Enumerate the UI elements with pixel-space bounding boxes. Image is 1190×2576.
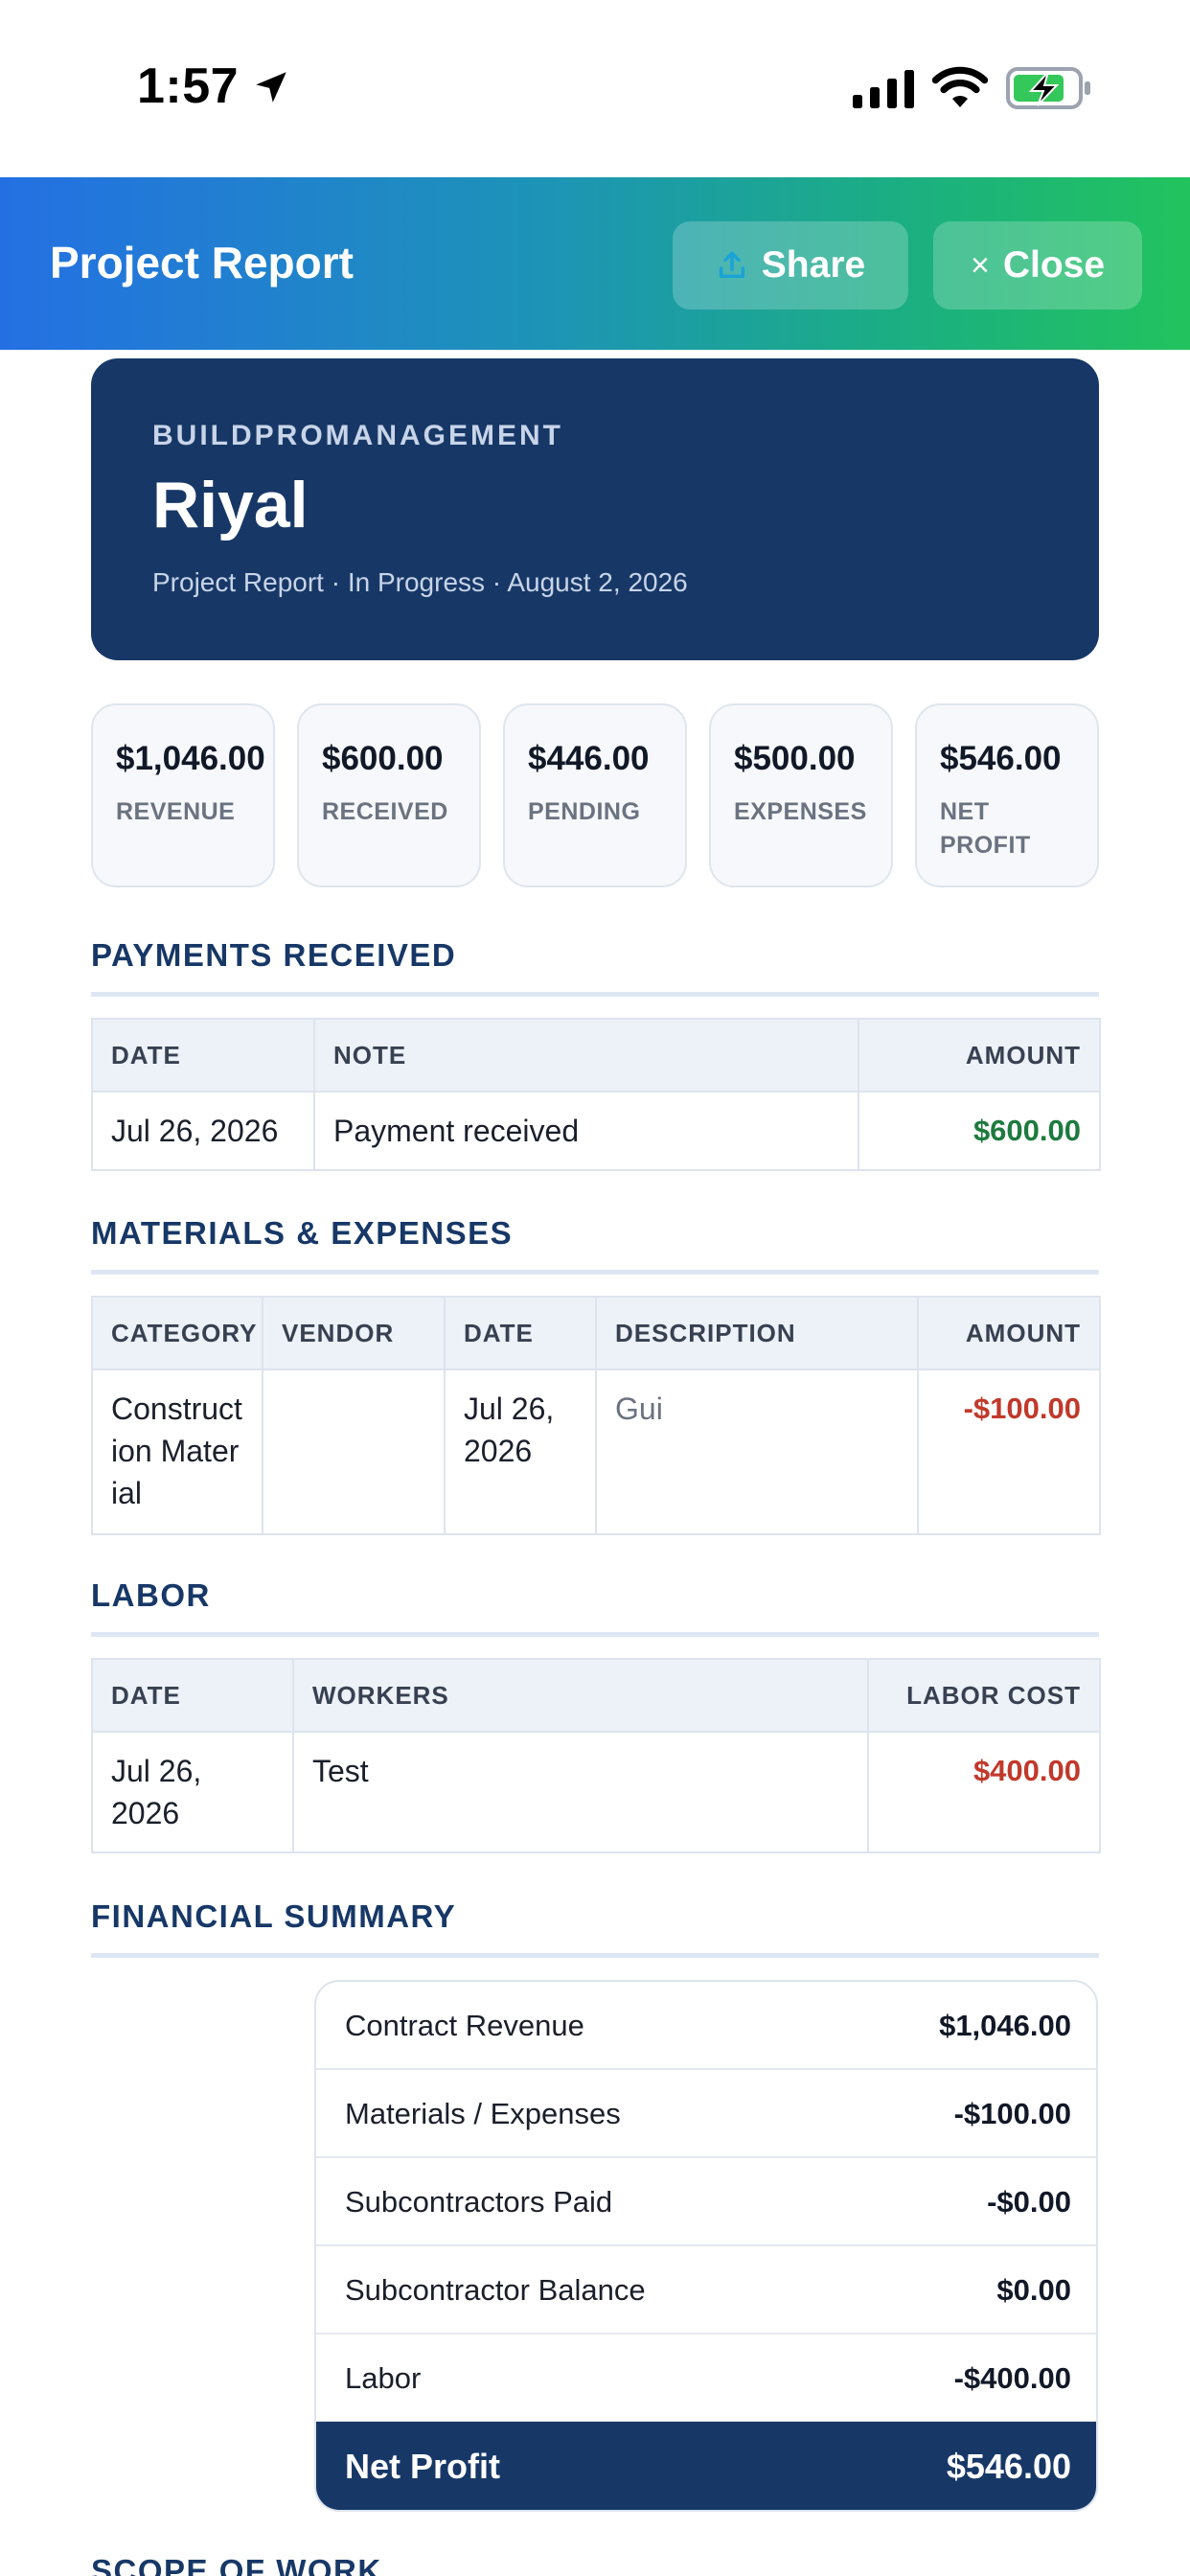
summary-value: -$0.00 — [987, 2185, 1071, 2219]
column-header-description: DESCRIPTION — [595, 1296, 919, 1370]
section-title-payments: PAYMENTS RECEIVED — [91, 937, 457, 973]
expense-date: Jul 26, 2026 — [444, 1368, 597, 1535]
column-header-amount: AMOUNT — [858, 1018, 1101, 1092]
table-row: Jul 26, 2026 Test $400.00 — [91, 1731, 1101, 1853]
summary-value: $0.00 — [996, 2273, 1071, 2307]
page-title: Project Report — [50, 238, 354, 288]
battery-charging-icon — [1006, 67, 1090, 109]
labor-date: Jul 26, 2026 — [91, 1731, 294, 1853]
table-row: Jul 26, 2026 Payment received $600.00 — [91, 1091, 1101, 1171]
stat-label: EXPENSES — [734, 798, 867, 825]
table-header-row: DATE WORKERS LABOR COST — [91, 1658, 1101, 1733]
summary-label: Contract Revenue — [345, 2009, 584, 2042]
section-divider — [91, 1953, 1099, 1958]
labor-table: DATE WORKERS LABOR COST Jul 26, 2026 Tes… — [91, 1658, 1101, 1853]
expense-amount: -$100.00 — [917, 1368, 1101, 1535]
project-hero-card: BUILDPROMANAGEMENT Riyal Project Report … — [91, 358, 1099, 660]
table-header-row: DATE NOTE AMOUNT — [91, 1018, 1101, 1092]
summary-row: Subcontractor Balance $0.00 — [316, 2246, 1096, 2334]
close-button[interactable]: × Close — [933, 221, 1142, 310]
stat-card-net-profit: $546.00 NET PROFIT — [915, 703, 1099, 887]
section-title-scope-of-work: SCOPE OF WORK — [91, 2553, 382, 2576]
wifi-icon — [931, 66, 989, 107]
stat-label: NET PROFIT — [940, 798, 1031, 859]
stat-value: $546.00 — [940, 740, 1062, 777]
project-meta: Project Report · In Progress · August 2,… — [152, 567, 688, 597]
column-header-vendor: VENDOR — [262, 1296, 446, 1370]
column-header-amount: AMOUNT — [917, 1296, 1101, 1370]
expense-category: Construction Material — [91, 1368, 263, 1535]
payment-note: Payment received — [313, 1091, 859, 1171]
close-icon: × — [970, 246, 990, 284]
column-header-date: DATE — [444, 1296, 597, 1370]
summary-row: Labor -$400.00 — [316, 2334, 1096, 2423]
section-title-materials: MATERIALS & EXPENSES — [91, 1215, 514, 1251]
app-header: Project Report Share × Close — [0, 177, 1190, 350]
summary-label: Subcontractor Balance — [345, 2273, 646, 2307]
column-header-workers: WORKERS — [292, 1658, 869, 1733]
location-arrow-icon — [256, 72, 286, 103]
company-name: BUILDPROMANAGEMENT — [152, 420, 563, 451]
summary-label: Labor — [345, 2361, 422, 2395]
summary-row: Subcontractors Paid -$0.00 — [316, 2158, 1096, 2246]
payment-date: Jul 26, 2026 — [91, 1091, 315, 1171]
summary-value: $1,046.00 — [939, 2009, 1071, 2042]
summary-value: -$400.00 — [953, 2361, 1071, 2395]
labor-cost: $400.00 — [867, 1731, 1101, 1853]
payment-amount: $600.00 — [858, 1091, 1101, 1171]
stat-label: RECEIVED — [322, 798, 448, 825]
stat-card-pending: $446.00 PENDING — [503, 703, 687, 887]
status-time: 1:57 — [137, 58, 240, 114]
materials-table: CATEGORY VENDOR DATE DESCRIPTION AMOUNT … — [91, 1296, 1101, 1535]
column-header-category: CATEGORY — [91, 1296, 263, 1370]
column-header-note: NOTE — [313, 1018, 859, 1092]
share-label: Share — [761, 244, 866, 286]
share-button[interactable]: Share — [673, 221, 908, 310]
labor-workers: Test — [292, 1731, 869, 1853]
project-name: Riyal — [152, 469, 309, 541]
column-header-date: DATE — [91, 1018, 315, 1092]
stat-value: $600.00 — [322, 740, 444, 777]
net-profit-value: $546.00 — [946, 2447, 1071, 2486]
payments-table: DATE NOTE AMOUNT Jul 26, 2026 Payment re… — [91, 1018, 1101, 1171]
close-label: Close — [1002, 244, 1106, 286]
section-divider — [91, 1632, 1099, 1637]
summary-label: Subcontractors Paid — [345, 2185, 613, 2219]
column-header-date: DATE — [91, 1658, 294, 1733]
stat-value: $500.00 — [734, 740, 856, 777]
table-row: Construction Material Jul 26, 2026 Gui -… — [91, 1368, 1101, 1535]
summary-label: Materials / Expenses — [345, 2097, 621, 2130]
stat-card-revenue: $1,046.00 REVENUE — [91, 703, 275, 887]
summary-row: Contract Revenue $1,046.00 — [316, 1982, 1096, 2070]
status-bar: 1:57 — [0, 0, 1190, 177]
stat-value: $1,046.00 — [116, 740, 265, 777]
section-title-financial-summary: FINANCIAL SUMMARY — [91, 1898, 457, 1934]
net-profit-label: Net Profit — [345, 2447, 500, 2486]
stat-card-received: $600.00 RECEIVED — [297, 703, 481, 887]
stat-label: PENDING — [528, 798, 641, 825]
share-upload-icon — [719, 251, 744, 279]
table-header-row: CATEGORY VENDOR DATE DESCRIPTION AMOUNT — [91, 1296, 1101, 1370]
expense-description: Gui — [595, 1368, 919, 1535]
stat-label: REVENUE — [116, 798, 236, 825]
expense-vendor — [262, 1368, 446, 1535]
summary-value: -$100.00 — [953, 2097, 1071, 2130]
stat-value: $446.00 — [528, 740, 650, 777]
financial-summary-card: Contract Revenue $1,046.00 Materials / E… — [314, 1980, 1098, 2512]
net-profit-row: Net Profit $546.00 — [316, 2422, 1096, 2510]
summary-row: Materials / Expenses -$100.00 — [316, 2070, 1096, 2158]
stat-card-expenses: $500.00 EXPENSES — [709, 703, 893, 887]
column-header-labor-cost: LABOR COST — [867, 1658, 1101, 1733]
section-divider — [91, 1270, 1099, 1275]
cellular-signal-icon — [853, 70, 914, 108]
section-title-labor: LABOR — [91, 1577, 211, 1613]
section-divider — [91, 992, 1099, 997]
